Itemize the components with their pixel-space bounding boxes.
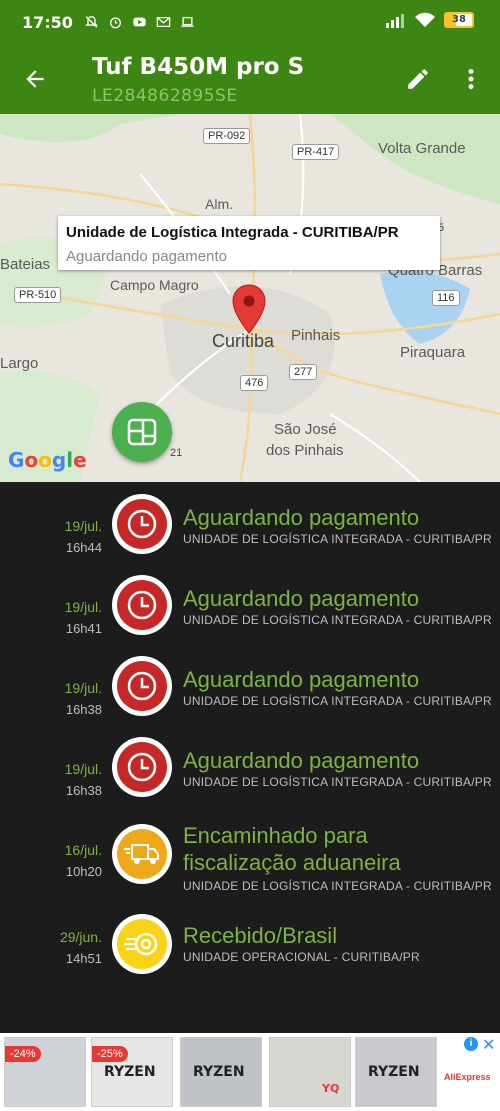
map-layout-button[interactable]: [112, 402, 172, 462]
notifications-off-icon: [85, 16, 98, 28]
map-place-label: São José: [274, 421, 337, 438]
event-date: 19/jul.: [64, 761, 102, 777]
event-date: 19/jul.: [64, 680, 102, 696]
map-road-label: 277: [289, 364, 318, 380]
laptop-icon: [181, 16, 194, 27]
event-time: 16h41: [65, 621, 102, 636]
tracking-event[interactable]: 19/jul. 16h38 Aguardando pagamento UNIDA…: [0, 737, 500, 813]
ad-product[interactable]: YQ: [269, 1037, 351, 1107]
clock-icon: [127, 509, 157, 539]
map-road-label: PR-510: [14, 287, 62, 303]
info-window-subtitle: Aguardando pagamento: [66, 248, 227, 265]
info-window-title: Unidade de Logística Integrada - CURITIB…: [66, 224, 399, 241]
tracking-event[interactable]: 19/jul. 16h44 Aguardando pagamento UNIDA…: [0, 494, 500, 570]
map-road-label: 116: [432, 290, 460, 306]
tracking-event[interactable]: 19/jul. 16h41 Aguardando pagamento UNIDA…: [0, 575, 500, 651]
event-location: UNIDADE DE LOGÍSTICA INTEGRADA - CURITIB…: [183, 532, 492, 546]
delivery-truck-icon: [124, 844, 159, 864]
ad-banner[interactable]: -24% -25% RYZEN RYZEN YQ RYZEN: [0, 1033, 500, 1111]
event-date: 29/jun.: [59, 929, 102, 945]
tracking-event[interactable]: 29/jun. 14h51 Recebido/Brasil UNIDADE OP…: [0, 914, 500, 990]
tracking-code: LE284862895SE: [92, 86, 238, 106]
ad-product[interactable]: -25% RYZEN: [91, 1037, 173, 1107]
ad-product[interactable]: RYZEN: [355, 1037, 437, 1107]
clock-icon: [127, 671, 157, 701]
map-layout-icon: [127, 418, 157, 446]
event-date: 19/jul.: [64, 599, 102, 615]
clock-icon: [127, 590, 157, 620]
ad-discount-badge: -24%: [5, 1046, 41, 1062]
ad-brand: RYZEN: [193, 1064, 245, 1080]
map-marker-icon[interactable]: [232, 284, 266, 334]
more-vert-icon[interactable]: [464, 66, 478, 92]
map-info-window[interactable]: Unidade de Logística Integrada - CURITIB…: [58, 216, 440, 270]
ad-product[interactable]: -24%: [4, 1037, 86, 1107]
back-arrow-icon[interactable]: [22, 66, 48, 92]
ad-product[interactable]: RYZEN: [180, 1037, 262, 1107]
ad-brand: RYZEN: [104, 1064, 156, 1080]
event-location: UNIDADE DE LOGÍSTICA INTEGRADA - CURITIB…: [183, 613, 492, 627]
signal-icon: [386, 14, 404, 28]
map-place-label: Bateias: [0, 256, 51, 273]
youtube-icon: [133, 17, 146, 27]
event-title: Recebido/Brasil: [183, 923, 338, 948]
ad-discount-badge: -25%: [92, 1046, 128, 1062]
event-location: UNIDADE DE LOGÍSTICA INTEGRADA - CURITIB…: [183, 694, 492, 708]
tracking-event[interactable]: 16/jul. 10h20 Encaminhado para fiscaliza…: [0, 823, 500, 908]
event-title: Aguardando pagamento: [183, 505, 420, 530]
ad-brand: YQ: [322, 1082, 340, 1095]
map-place-label: Piraquara: [400, 344, 466, 361]
event-location: UNIDADE DE LOGÍSTICA INTEGRADA - CURITIB…: [183, 879, 492, 893]
google-logo: Google: [8, 448, 87, 472]
event-title: Aguardando pagamento: [183, 667, 420, 692]
map-road-label: PR-092: [203, 128, 251, 144]
event-title: Aguardando pagamento: [183, 748, 420, 773]
status-time: 17:50: [22, 12, 73, 32]
event-title: Aguardando pagamento: [183, 586, 420, 611]
map-place-label: Largo: [0, 355, 39, 372]
map-place-label: Alm.: [205, 196, 233, 212]
alarm-icon: [109, 17, 121, 29]
ad-brand: RYZEN: [368, 1064, 420, 1080]
clock-icon: [127, 752, 157, 782]
event-time: 16h44: [65, 540, 102, 555]
map-city-label: Curitiba: [212, 331, 275, 351]
map-view[interactable]: PR-092 PR-417 Volta Grande Alm. Bateias …: [0, 114, 500, 482]
ad-info-icon[interactable]: i: [464, 1037, 478, 1051]
map-road-label: PR-417: [292, 144, 340, 160]
tracking-event[interactable]: 19/jul. 16h38 Aguardando pagamento UNIDA…: [0, 656, 500, 732]
map-place-label: Campo Magro: [110, 277, 199, 293]
gmail-icon: [156, 16, 171, 28]
aliexpress-label: AliExpress: [444, 1072, 491, 1082]
wifi-icon: [415, 12, 435, 27]
event-location: UNIDADE DE LOGÍSTICA INTEGRADA - CURITIB…: [183, 775, 492, 789]
event-time: 14h51: [65, 951, 102, 966]
edit-pencil-icon[interactable]: [405, 66, 431, 92]
target-received-icon: [124, 932, 158, 956]
event-time: 10h20: [65, 864, 102, 879]
event-time: 16h38: [65, 702, 102, 717]
map-road-label: 21: [170, 447, 183, 459]
battery-percent: 38: [452, 14, 466, 25]
ad-close-icon[interactable]: ✕: [482, 1035, 495, 1055]
event-date: 19/jul.: [64, 518, 102, 534]
map-place-label: Pinhais: [291, 327, 341, 344]
event-title-line2: fiscalização aduaneira: [183, 850, 401, 875]
event-title: Encaminhado para: [183, 823, 368, 848]
page-title: Tuf B450M pro S: [92, 54, 305, 80]
map-place-label: dos Pinhais: [266, 442, 344, 459]
battery-icon: 38: [444, 12, 474, 28]
app-toolbar: Tuf B450M pro S LE284862895SE: [0, 44, 500, 114]
event-date: 16/jul.: [64, 842, 102, 858]
event-location: UNIDADE OPERACIONAL - CURITIBA/PR: [183, 950, 420, 964]
map-place-label: Volta Grande: [378, 140, 466, 157]
map-road-label: 476: [240, 375, 269, 391]
status-bar: 17:50 38: [0, 0, 500, 44]
event-time: 16h38: [65, 783, 102, 798]
